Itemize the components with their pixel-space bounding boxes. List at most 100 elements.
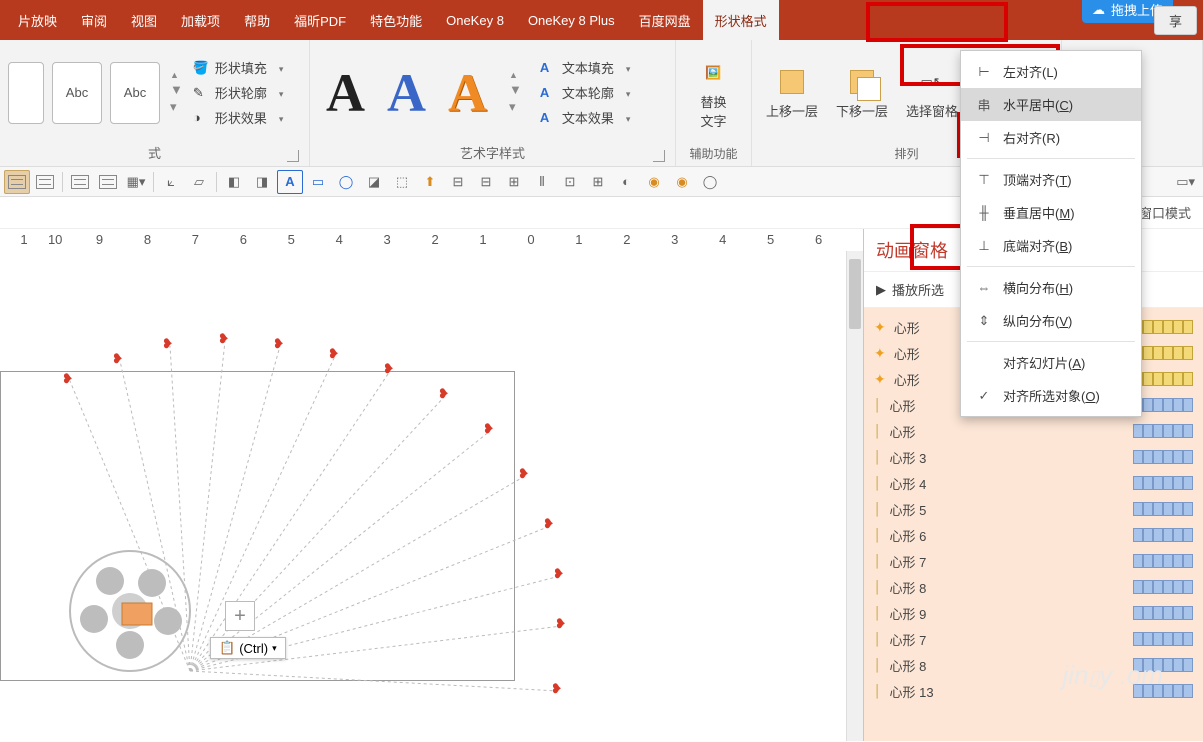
tab-onekey8plus[interactable]: OneKey 8 Plus bbox=[516, 0, 627, 40]
text-fill[interactable]: A文本填充 bbox=[536, 56, 635, 79]
shape-style-more[interactable]: ▲▼▾ bbox=[168, 70, 183, 115]
vertical-scrollbar[interactable] bbox=[846, 251, 863, 741]
tab-onekey8[interactable]: OneKey 8 bbox=[434, 0, 516, 40]
anim-item[interactable]: │心形 3 bbox=[864, 444, 1203, 470]
shape-outline[interactable]: ✎ 形状轮廓 bbox=[189, 81, 288, 104]
distribute-v-icon: ⇕ bbox=[975, 313, 993, 329]
tab-special[interactable]: 特色功能 bbox=[358, 0, 434, 40]
tab-baidu[interactable]: 百度网盘 bbox=[627, 0, 703, 40]
tb-justify[interactable] bbox=[95, 170, 121, 194]
align-right[interactable]: ⊣右对齐(R) bbox=[961, 121, 1141, 154]
tb-tool-1[interactable]: ⟀ bbox=[158, 170, 184, 194]
align-vcenter[interactable]: ╫垂直居中(M) bbox=[961, 196, 1141, 229]
anim-item-label: 心形 9 bbox=[890, 604, 927, 623]
tab-shape-format[interactable]: 形状格式 bbox=[703, 0, 779, 40]
wordart-preset-3[interactable]: A bbox=[448, 62, 487, 124]
launcher-icon[interactable] bbox=[287, 150, 299, 162]
wordart-styles-group: A A A ▲▼▾ A文本填充 A文本轮廓 A文本效果 艺术字样式 bbox=[310, 40, 676, 166]
share-button[interactable]: 享 bbox=[1154, 6, 1197, 35]
anim-item[interactable]: │心形 6 bbox=[864, 522, 1203, 548]
tab-help[interactable]: 帮助 bbox=[232, 0, 282, 40]
shape-style-2[interactable]: Abc bbox=[52, 62, 102, 124]
tb-tool-11[interactable]: ◐ bbox=[613, 170, 639, 194]
selection-pane[interactable]: ▭↖选择窗格 bbox=[900, 63, 964, 124]
wordart-preset-1[interactable]: A bbox=[326, 62, 365, 124]
tb-tool-2[interactable]: ▱ bbox=[186, 170, 212, 194]
anim-bars bbox=[1133, 658, 1193, 672]
anim-item[interactable]: │心形 4 bbox=[864, 470, 1203, 496]
align-vcenter-icon: ╫ bbox=[975, 205, 993, 221]
tb-tool-end[interactable]: ▭▾ bbox=[1172, 170, 1199, 194]
slide-canvas[interactable]: ❥❥❥ ❥❥❥ ❥❥❥ ❥❥❥ ❥❥ + bbox=[0, 251, 846, 741]
tb-tool-up[interactable]: ⬆ bbox=[417, 170, 443, 194]
shape-style-1[interactable] bbox=[8, 62, 44, 124]
anim-item[interactable]: │心形 bbox=[864, 418, 1203, 444]
tb-tool-rect[interactable]: ▭ bbox=[305, 170, 331, 194]
alt-text-button[interactable]: 🖼️ 替换 文字 bbox=[691, 54, 737, 134]
heart-fan-art: ❥❥❥ ❥❥❥ ❥❥❥ ❥❥❥ ❥❥ bbox=[0, 291, 600, 741]
text-outline[interactable]: A文本轮廓 bbox=[536, 81, 635, 104]
tb-align-right[interactable] bbox=[67, 170, 93, 194]
align-right-label: 右对齐(R) bbox=[1003, 128, 1060, 147]
tb-align-left[interactable] bbox=[4, 170, 30, 194]
bring-forward[interactable]: 上移一层 bbox=[760, 63, 824, 124]
tb-align-center[interactable] bbox=[32, 170, 58, 194]
align-to-slide[interactable]: 对齐幻灯片(A) bbox=[961, 346, 1141, 379]
tb-tool-12[interactable]: ◉ bbox=[641, 170, 667, 194]
add-handle[interactable]: + bbox=[225, 601, 255, 631]
anim-item[interactable]: │心形 7 bbox=[864, 548, 1203, 574]
tb-tool-5[interactable]: ◪ bbox=[361, 170, 387, 194]
anim-item[interactable]: │心形 5 bbox=[864, 496, 1203, 522]
tb-tool-circle[interactable]: ◯ bbox=[333, 170, 359, 194]
tab-addins[interactable]: 加载项 bbox=[169, 0, 232, 40]
align-bottom-icon: ⊥ bbox=[975, 238, 993, 254]
svg-text:❥: ❥ bbox=[62, 371, 73, 386]
launcher-icon[interactable] bbox=[653, 150, 665, 162]
tb-grid[interactable]: ▦▾ bbox=[123, 170, 149, 194]
align-top[interactable]: ⊤顶端对齐(T) bbox=[961, 163, 1141, 196]
tab-review[interactable]: 审阅 bbox=[69, 0, 119, 40]
shape-effects[interactable]: ◑ 形状效果 bbox=[189, 106, 288, 129]
tab-slideshow[interactable]: 片放映 bbox=[6, 0, 69, 40]
timeline-icon: │ bbox=[874, 502, 882, 516]
anim-item[interactable]: │心形 13 bbox=[864, 678, 1203, 704]
anim-item[interactable]: │心形 9 bbox=[864, 600, 1203, 626]
tb-tool-13[interactable]: ◉ bbox=[669, 170, 695, 194]
cloud-icon: ☁ bbox=[1092, 2, 1105, 18]
tab-view[interactable]: 视图 bbox=[119, 0, 169, 40]
shape-style-3[interactable]: Abc bbox=[110, 62, 160, 124]
tb-tool-14[interactable]: ◯ bbox=[697, 170, 723, 194]
tb-tool-4[interactable]: ◨ bbox=[249, 170, 275, 194]
tb-tool-7[interactable]: ⊞ bbox=[501, 170, 527, 194]
tb-tool-6[interactable]: ⬚ bbox=[389, 170, 415, 194]
distribute-v[interactable]: ⇕纵向分布(V) bbox=[961, 304, 1141, 337]
tb-dist-h[interactable]: ⊟ bbox=[445, 170, 471, 194]
tb-tool-A[interactable]: A bbox=[277, 170, 303, 194]
paste-options[interactable]: 📋 (Ctrl)▾ bbox=[210, 637, 286, 659]
anim-item[interactable]: │心形 7 bbox=[864, 626, 1203, 652]
timeline-icon: │ bbox=[874, 684, 882, 698]
wordart-more[interactable]: ▲▼▾ bbox=[509, 70, 522, 115]
align-hcenter[interactable]: 串水平居中(C) bbox=[961, 88, 1141, 121]
shape-styles-group: Abc Abc ▲▼▾ 🪣 形状填充 ✎ 形状轮廓 ◑ 形状效果 式 bbox=[0, 40, 310, 166]
align-to-selection[interactable]: ✓对齐所选对象(O) bbox=[961, 379, 1141, 412]
timeline-icon: │ bbox=[874, 450, 882, 464]
tb-tool-8[interactable]: ⫴ bbox=[529, 170, 555, 194]
send-backward-icon bbox=[845, 67, 879, 97]
wordart-preset-2[interactable]: A bbox=[387, 62, 426, 124]
tb-tool-10[interactable]: ⊞ bbox=[585, 170, 611, 194]
tb-dist-v[interactable]: ⊟ bbox=[473, 170, 499, 194]
distribute-h[interactable]: ⇔横向分布(H) bbox=[961, 271, 1141, 304]
alt-text-icon: 🖼️ bbox=[697, 58, 731, 88]
tb-tool-9[interactable]: ⊡ bbox=[557, 170, 583, 194]
anim-item[interactable]: │心形 8 bbox=[864, 652, 1203, 678]
shape-fill[interactable]: 🪣 形状填充 bbox=[189, 56, 288, 79]
align-bottom[interactable]: ⊥底端对齐(B) bbox=[961, 229, 1141, 262]
send-backward[interactable]: 下移一层 bbox=[830, 63, 894, 124]
align-left[interactable]: ⊢左对齐(L) bbox=[961, 55, 1141, 88]
tb-tool-3[interactable]: ◧ bbox=[221, 170, 247, 194]
tab-foxit[interactable]: 福昕PDF bbox=[282, 0, 358, 40]
anim-item[interactable]: │心形 8 bbox=[864, 574, 1203, 600]
text-effects[interactable]: A文本效果 bbox=[536, 106, 635, 129]
anim-item-label: 心形 8 bbox=[890, 656, 927, 675]
